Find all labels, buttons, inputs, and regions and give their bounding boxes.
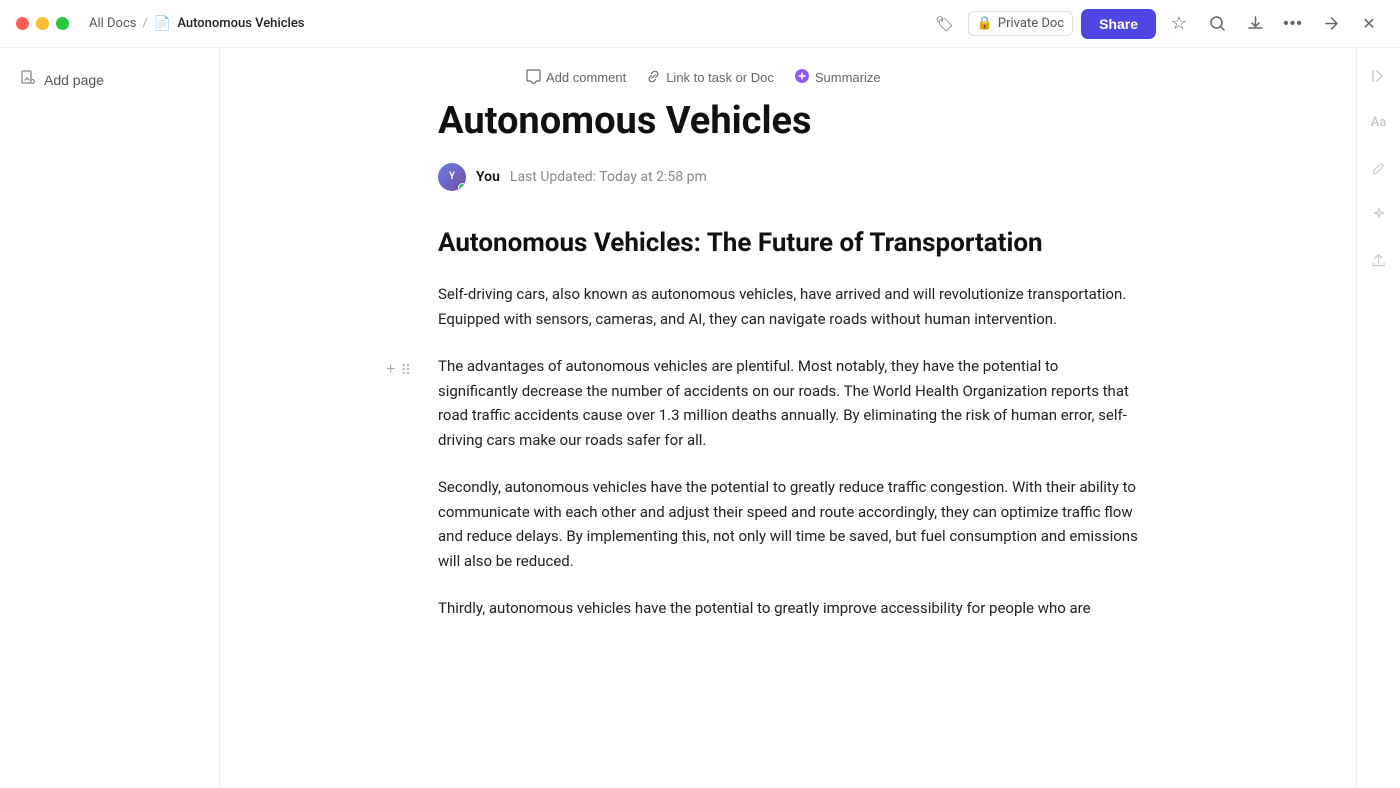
link-icon: [646, 69, 661, 87]
doc-title: Autonomous Vehicles: [438, 99, 1138, 145]
private-doc-label: Private Doc: [998, 16, 1064, 31]
star-icon: ☆: [1171, 13, 1187, 34]
maximize-window-button[interactable]: [56, 17, 69, 30]
toolbar-row: Add comment Link to task or Doc Summa: [220, 48, 1356, 99]
link-task-label: Link to task or Doc: [666, 70, 774, 85]
doc-icon: 📄: [154, 16, 171, 32]
summarize-button[interactable]: Summarize: [786, 64, 889, 91]
breadcrumb-separator: /: [143, 16, 148, 31]
doc-last-updated: Last Updated: Today at 2:58 pm: [510, 169, 707, 185]
search-button[interactable]: [1202, 9, 1232, 39]
right-sidebar: Aa: [1356, 48, 1400, 788]
tag-icon: 🏷: [935, 15, 954, 33]
add-page-button[interactable]: Add page: [12, 64, 207, 95]
titlebar: All Docs / 📄 Autonomous Vehicles 🏷 🔒 Pri…: [0, 0, 1400, 48]
expand-icon: [1323, 15, 1340, 32]
block-controls: +: [384, 360, 413, 381]
download-icon: [1247, 15, 1264, 32]
avatar-status: [458, 183, 466, 191]
minimize-window-button[interactable]: [36, 17, 49, 30]
block-2-wrapper: + The advantages of autonomous vehicles …: [438, 354, 1138, 453]
font-size-icon[interactable]: Aa: [1365, 108, 1393, 136]
breadcrumb-current-doc: Autonomous Vehicles: [177, 16, 304, 31]
more-button[interactable]: •••: [1278, 9, 1308, 39]
doc-meta: Y You Last Updated: Today at 2:58 pm: [438, 163, 1138, 191]
main-layout: Add page Add comment Link to ta: [0, 48, 1400, 788]
paragraph-1: Self-driving cars, also known as autonom…: [438, 282, 1138, 332]
section-heading: Autonomous Vehicles: The Future of Trans…: [438, 227, 1138, 261]
summarize-icon: [794, 68, 810, 87]
add-comment-button[interactable]: Add comment: [518, 65, 634, 91]
add-page-icon: [20, 70, 36, 89]
edit-icon[interactable]: [1365, 154, 1393, 182]
more-icon: •••: [1283, 15, 1303, 33]
share-button[interactable]: Share: [1081, 9, 1156, 39]
search-icon: [1209, 15, 1226, 32]
private-doc-badge[interactable]: 🔒 Private Doc: [968, 11, 1073, 36]
add-comment-label: Add comment: [546, 70, 626, 85]
link-task-button[interactable]: Link to task or Doc: [638, 65, 782, 91]
window-controls: [16, 17, 69, 30]
content-area: Add comment Link to task or Doc Summa: [220, 48, 1356, 788]
doc-author: You: [476, 169, 500, 185]
star-button[interactable]: ☆: [1164, 9, 1194, 39]
collapse-icon[interactable]: [1365, 62, 1393, 90]
close-icon: ✕: [1362, 14, 1375, 34]
breadcrumb: All Docs / 📄 Autonomous Vehicles: [89, 16, 304, 32]
block-drag-button[interactable]: [399, 360, 413, 381]
paragraph-4: Thirdly, autonomous vehicles have the po…: [438, 596, 1138, 621]
paragraph-3: Secondly, autonomous vehicles have the p…: [438, 475, 1138, 574]
download-button[interactable]: [1240, 9, 1270, 39]
comment-icon: [526, 69, 541, 87]
avatar: Y: [438, 163, 466, 191]
summarize-label: Summarize: [815, 70, 881, 85]
sparkle-icon[interactable]: [1365, 200, 1393, 228]
paragraph-2[interactable]: The advantages of autonomous vehicles ar…: [438, 354, 1138, 453]
titlebar-right: 🏷 🔒 Private Doc Share ☆ •••: [930, 9, 1384, 39]
add-page-label: Add page: [44, 72, 104, 88]
breadcrumb-all-docs[interactable]: All Docs: [89, 16, 137, 31]
tag-button[interactable]: 🏷: [930, 9, 960, 39]
lock-icon: 🔒: [977, 16, 993, 31]
close-window-button[interactable]: [16, 17, 29, 30]
block-add-button[interactable]: +: [384, 360, 397, 380]
share-icon[interactable]: [1365, 246, 1393, 274]
left-sidebar: Add page: [0, 48, 220, 788]
expand-button[interactable]: [1316, 9, 1346, 39]
doc-content: Autonomous Vehicles Y You Last Updated: …: [398, 99, 1178, 621]
close-button[interactable]: ✕: [1354, 9, 1384, 39]
